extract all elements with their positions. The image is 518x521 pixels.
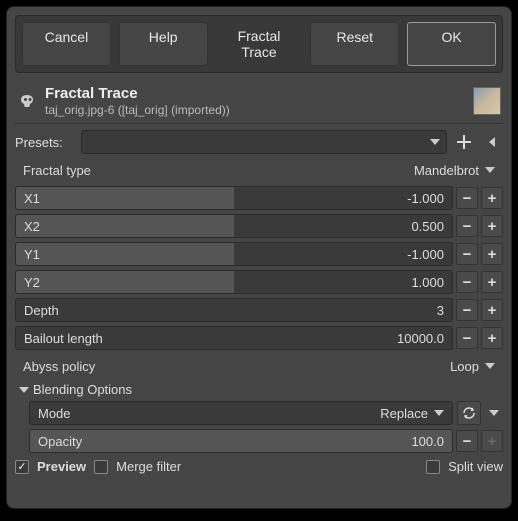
x2-value: 0.500 [411, 219, 444, 234]
cancel-button[interactable]: Cancel [22, 22, 111, 66]
merge-filter-label: Merge filter [116, 459, 181, 474]
presets-row: Presets: [15, 130, 503, 154]
help-button[interactable]: Help [119, 22, 208, 66]
x1-increment[interactable]: + [481, 187, 503, 209]
dialog-header: Fractal Trace taj_orig.jpg-6 ([taj_orig]… [15, 81, 503, 124]
fractal-type-row: Fractal type Mandelbrot [15, 158, 503, 182]
title-tab[interactable]: Fractal Trace [216, 22, 303, 66]
split-view-label: Split view [448, 459, 503, 474]
opacity-decrement[interactable]: − [456, 430, 478, 452]
reset-button[interactable]: Reset [310, 22, 399, 66]
depth-value: 3 [437, 303, 444, 318]
depth-input[interactable]: Depth 3 [15, 298, 453, 322]
opacity-increment[interactable]: + [481, 430, 503, 452]
x1-decrement[interactable]: − [456, 187, 478, 209]
dialog-title: Fractal Trace [45, 85, 465, 102]
depth-row: Depth 3 − + [15, 298, 503, 322]
depth-label: Depth [24, 303, 59, 318]
y2-row: Y2 1.000 − + [15, 270, 503, 294]
chevron-down-icon [485, 167, 495, 173]
preview-checkbox[interactable] [15, 460, 29, 474]
preview-label: Preview [37, 459, 86, 474]
chevron-down-icon [430, 139, 440, 145]
fractal-type-label: Fractal type [23, 163, 91, 178]
opacity-label: Opacity [38, 434, 82, 449]
depth-increment[interactable]: + [481, 299, 503, 321]
bailout-decrement[interactable]: − [456, 327, 478, 349]
bailout-label: Bailout length [24, 331, 103, 346]
y2-value: 1.000 [411, 275, 444, 290]
fractal-type-control[interactable]: Fractal type Mandelbrot [15, 158, 503, 182]
blending-options-content: Mode Replace Opacity 100.0 [29, 401, 503, 453]
mode-row: Mode Replace [29, 401, 503, 425]
y1-increment[interactable]: + [481, 243, 503, 265]
presets-label: Presets: [15, 135, 75, 150]
fractal-type-value: Mandelbrot [414, 163, 479, 178]
mode-dropdown[interactable]: Mode Replace [29, 401, 453, 425]
gimp-wilber-icon [17, 91, 37, 111]
y1-value: -1.000 [407, 247, 444, 262]
x2-row: X2 0.500 − + [15, 214, 503, 238]
y2-decrement[interactable]: − [456, 271, 478, 293]
y2-increment[interactable]: + [481, 271, 503, 293]
triangle-left-icon [489, 137, 495, 147]
mode-switch-button[interactable] [457, 401, 481, 425]
footer-row: Preview Merge filter Split view [15, 459, 503, 474]
dialog-window: Cancel Help Fractal Trace Reset OK Fract… [6, 6, 512, 509]
y1-decrement[interactable]: − [456, 243, 478, 265]
bailout-value: 10000.0 [397, 331, 444, 346]
ok-button[interactable]: OK [407, 22, 496, 66]
opacity-row: Opacity 100.0 − + [29, 429, 503, 453]
action-button-bar: Cancel Help Fractal Trace Reset OK [15, 15, 503, 73]
chevron-down-icon [485, 363, 495, 369]
chevron-down-icon[interactable] [489, 410, 499, 416]
x1-value: -1.000 [407, 191, 444, 206]
image-thumbnail[interactable] [473, 87, 501, 115]
y2-label: Y2 [24, 275, 40, 290]
x1-row: X1 -1.000 − + [15, 186, 503, 210]
opacity-slider[interactable]: Opacity 100.0 [29, 429, 453, 453]
bailout-row: Bailout length 10000.0 − + [15, 326, 503, 350]
mode-label: Mode [38, 406, 71, 421]
y1-row: Y1 -1.000 − + [15, 242, 503, 266]
preset-add-button[interactable] [453, 131, 475, 153]
x2-slider[interactable]: X2 0.500 [15, 214, 453, 238]
y2-slider[interactable]: Y2 1.000 [15, 270, 453, 294]
abyss-label: Abyss policy [23, 359, 95, 374]
chevron-down-icon [434, 410, 444, 416]
expander-icon [19, 387, 29, 393]
presets-dropdown[interactable] [81, 130, 447, 154]
merge-filter-checkbox[interactable] [94, 460, 108, 474]
x1-slider[interactable]: X1 -1.000 [15, 186, 453, 210]
abyss-row: Abyss policy Loop [15, 354, 503, 378]
preset-menu-button[interactable] [481, 131, 503, 153]
y1-slider[interactable]: Y1 -1.000 [15, 242, 453, 266]
x1-label: X1 [24, 191, 40, 206]
header-text: Fractal Trace taj_orig.jpg-6 ([taj_orig]… [45, 85, 465, 117]
depth-decrement[interactable]: − [456, 299, 478, 321]
bailout-increment[interactable]: + [481, 327, 503, 349]
split-view-checkbox[interactable] [426, 460, 440, 474]
x2-decrement[interactable]: − [456, 215, 478, 237]
bailout-input[interactable]: Bailout length 10000.0 [15, 326, 453, 350]
abyss-control[interactable]: Abyss policy Loop [15, 354, 503, 378]
opacity-value: 100.0 [411, 434, 444, 449]
dialog-subtitle: taj_orig.jpg-6 ([taj_orig] (imported)) [45, 103, 465, 117]
y1-label: Y1 [24, 247, 40, 262]
blending-options-expander[interactable]: Blending Options [19, 382, 503, 397]
x2-label: X2 [24, 219, 40, 234]
abyss-value: Loop [450, 359, 479, 374]
x2-increment[interactable]: + [481, 215, 503, 237]
mode-value: Replace [380, 406, 428, 421]
blending-options-label: Blending Options [33, 382, 132, 397]
